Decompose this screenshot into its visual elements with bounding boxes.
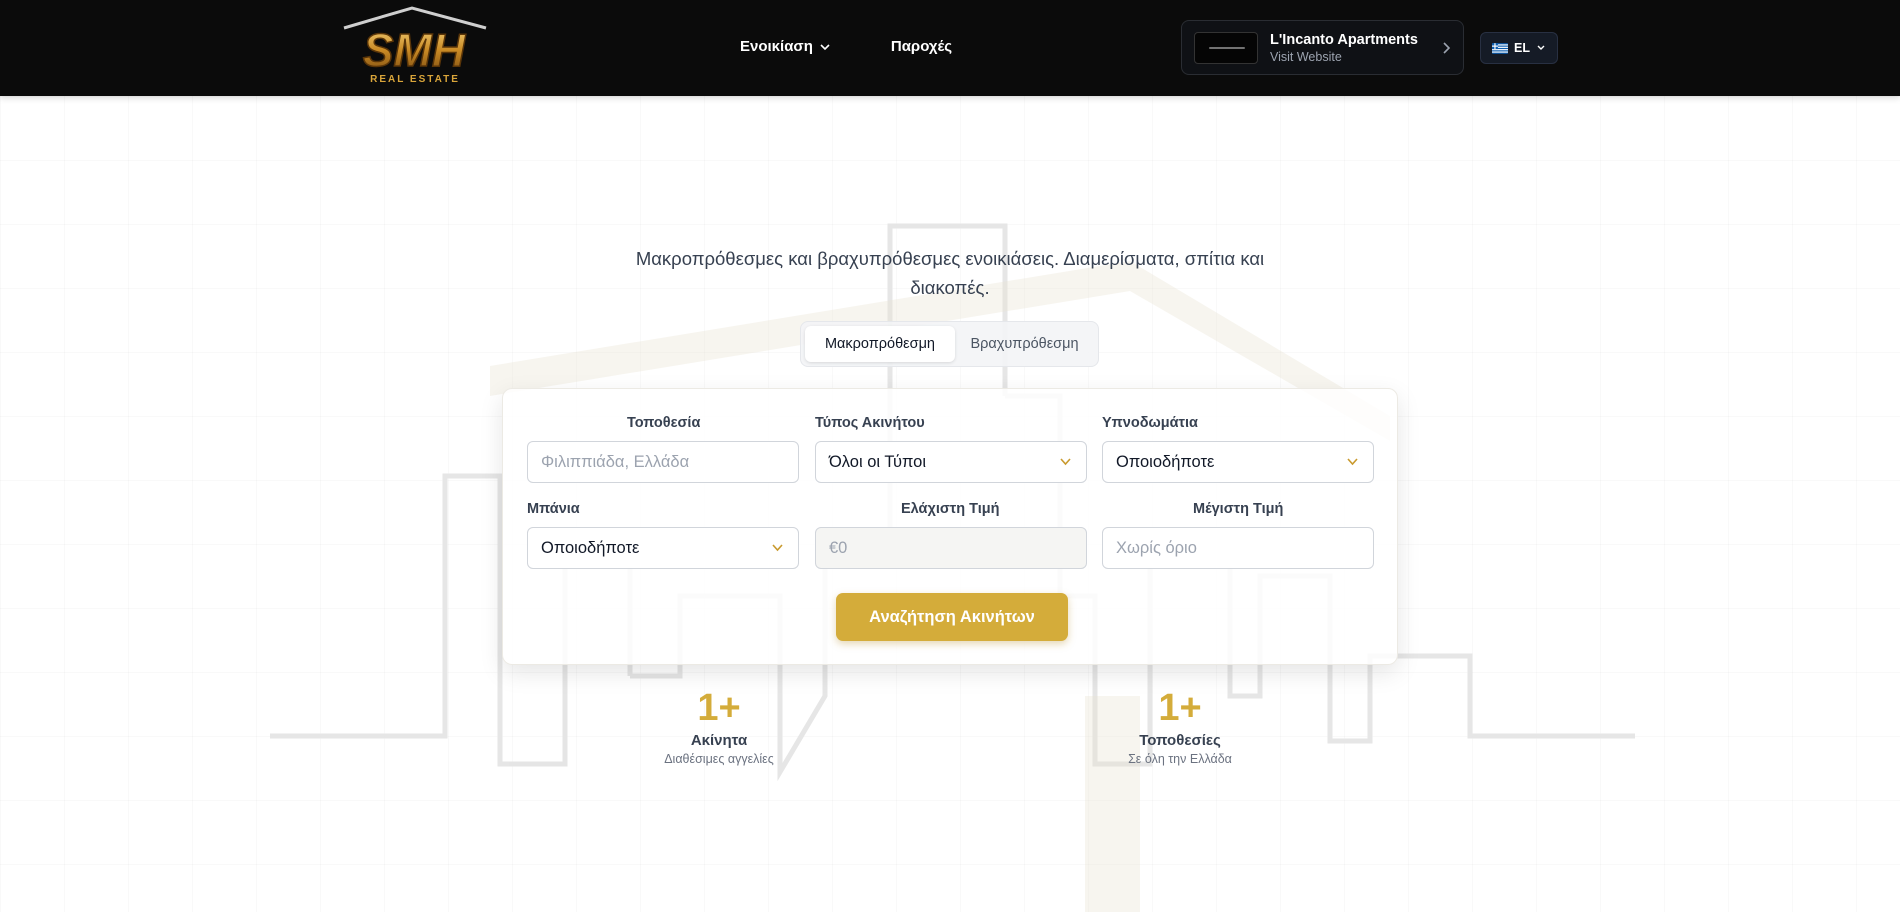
chevron-down-icon (1347, 458, 1358, 466)
logo-house-icon: SMH (343, 6, 487, 77)
max-price-field (1102, 527, 1374, 569)
stat-locations-description: Σε όλη την Ελλάδα (1128, 752, 1232, 766)
search-properties-button[interactable]: Αναζήτηση Ακινήτων (836, 593, 1068, 641)
language-code: EL (1514, 41, 1530, 55)
partner-website-link[interactable]: L'Incanto Apartments Visit Website (1181, 20, 1464, 75)
smh-logo[interactable]: SMH REAL ESTATE (340, 6, 490, 90)
partner-logo (1194, 31, 1258, 64)
tab-long-term[interactable]: Μακροπρόθεσμη (805, 326, 955, 362)
greece-flag-icon (1492, 42, 1508, 54)
chevron-down-icon (1537, 45, 1545, 50)
stat-locations-label: Τοποθεσίες (1139, 732, 1221, 749)
chevron-down-icon (820, 43, 830, 50)
partner-subtitle: Visit Website (1270, 49, 1342, 64)
max-price-input[interactable] (1116, 538, 1360, 558)
logo-text: SMH (363, 24, 466, 76)
nav-amenities-label: Παροχές (890, 38, 953, 55)
language-selector[interactable]: EL (1480, 32, 1558, 64)
location-input[interactable] (541, 452, 785, 472)
partner-title: L'Incanto Apartments (1270, 31, 1418, 48)
chevron-down-icon (1060, 458, 1071, 466)
min-price-input[interactable] (829, 538, 1073, 558)
max-price-label: Μέγιστη Τιμή (1193, 501, 1284, 517)
property-type-value: Όλοι οι Τύποι (829, 452, 926, 471)
location-field (527, 441, 799, 483)
bedrooms-value: Οποιοδήποτε (1116, 452, 1215, 471)
min-price-label: Ελάχιστη Τιμή (901, 501, 1000, 517)
chevron-right-icon (1443, 41, 1451, 54)
site-header: SMH REAL ESTATE Ενοικίαση Παροχές L'Inca… (0, 0, 1900, 96)
nav-rentals[interactable]: Ενοικίαση (740, 38, 831, 55)
property-type-select[interactable]: Όλοι οι Τύποι (815, 441, 1087, 483)
stat-properties: 1+ Ακίνητα Διαθέσιμες αγγελίες (619, 688, 819, 766)
rental-type-tabs: Μακροπρόθεσμη Βραχυπρόθεσμη (800, 321, 1099, 367)
chevron-down-icon (772, 544, 783, 552)
bathrooms-label: Μπάνια (527, 501, 580, 517)
bedrooms-select[interactable]: Οποιοδήποτε (1102, 441, 1374, 483)
stat-locations: 1+ Τοποθεσίες Σε όλη την Ελλάδα (1080, 688, 1280, 766)
nav-rentals-label: Ενοικίαση (740, 38, 813, 55)
main-nav: Ενοικίαση Παροχές (740, 38, 952, 55)
bathrooms-select[interactable]: Οποιοδήποτε (527, 527, 799, 569)
location-label: Τοποθεσία (627, 415, 701, 431)
nav-amenities[interactable]: Παροχές (891, 38, 952, 55)
bathrooms-value: Οποιοδήποτε (541, 538, 640, 557)
hero-subtitle: Μακροπρόθεσμες και βραχυπρόθεσμες ενοικι… (635, 248, 1265, 298)
bedrooms-label: Υπνοδωμάτια (1102, 415, 1198, 431)
min-price-field (815, 527, 1087, 569)
stat-properties-value: 1+ (697, 687, 741, 729)
property-type-label: Τύπος Ακινήτου (815, 415, 925, 431)
stat-properties-label: Ακίνητα (690, 732, 748, 749)
stat-properties-description: Διαθέσιμες αγγελίες (664, 752, 774, 766)
tab-short-term[interactable]: Βραχυπρόθεσμη (955, 326, 1094, 362)
stat-locations-value: 1+ (1158, 687, 1202, 729)
logo-subtitle: REAL ESTATE (370, 74, 460, 85)
search-form-card: Τοποθεσία Τύπος Ακινήτου Υπνοδωμάτια Όλο… (502, 388, 1398, 665)
